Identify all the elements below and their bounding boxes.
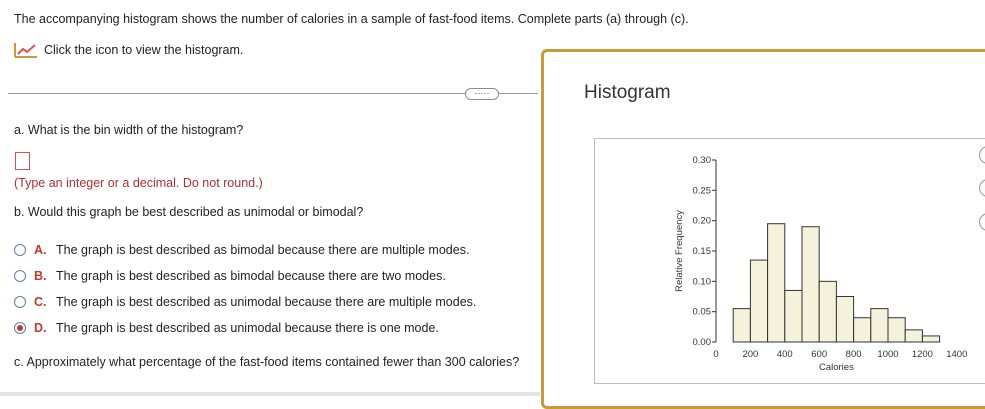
option-b-radio[interactable] (14, 270, 26, 282)
option-b-text[interactable]: The graph is best described as bimodal b… (56, 269, 446, 283)
chart-line-icon[interactable] (14, 42, 38, 58)
option-b[interactable]: B. The graph is best described as bimoda… (14, 269, 446, 283)
option-a-text[interactable]: The graph is best described as bimodal b… (56, 243, 469, 257)
option-d-radio[interactable] (14, 322, 26, 334)
part-b-question: b. Would this graph be best described as… (14, 205, 364, 219)
option-d-letter: D. (34, 321, 47, 335)
problem-prompt: The accompanying histogram shows the num… (14, 12, 689, 26)
view-histogram-label[interactable]: Click the icon to view the histogram. (44, 43, 243, 57)
option-b-letter: B. (34, 269, 47, 283)
option-a-letter: A. (34, 243, 47, 257)
section-divider (8, 93, 538, 94)
option-c-radio[interactable] (14, 296, 26, 308)
expand-more-button[interactable]: ····· (465, 88, 499, 100)
chart-frame (594, 138, 985, 384)
option-c[interactable]: C. The graph is best described as unimod… (14, 295, 476, 309)
option-d[interactable]: D. The graph is best described as unimod… (14, 321, 439, 335)
part-a-question: a. What is the bin width of the histogra… (14, 123, 244, 137)
bin-width-input[interactable] (15, 152, 30, 170)
panel-title: Histogram (584, 82, 671, 103)
part-c-question: c. Approximately what percentage of the … (14, 355, 520, 369)
option-d-text[interactable]: The graph is best described as unimodal … (56, 321, 439, 335)
option-a[interactable]: A. The graph is best described as bimoda… (14, 243, 469, 257)
part-a-hint: (Type an integer or a decimal. Do not ro… (14, 176, 263, 190)
option-a-radio[interactable] (14, 244, 26, 256)
option-c-letter: C. (34, 295, 47, 309)
view-histogram-link[interactable]: Click the icon to view the histogram. (14, 42, 243, 58)
scrollbar-track[interactable] (0, 392, 540, 396)
option-c-text[interactable]: The graph is best described as unimodal … (56, 295, 476, 309)
